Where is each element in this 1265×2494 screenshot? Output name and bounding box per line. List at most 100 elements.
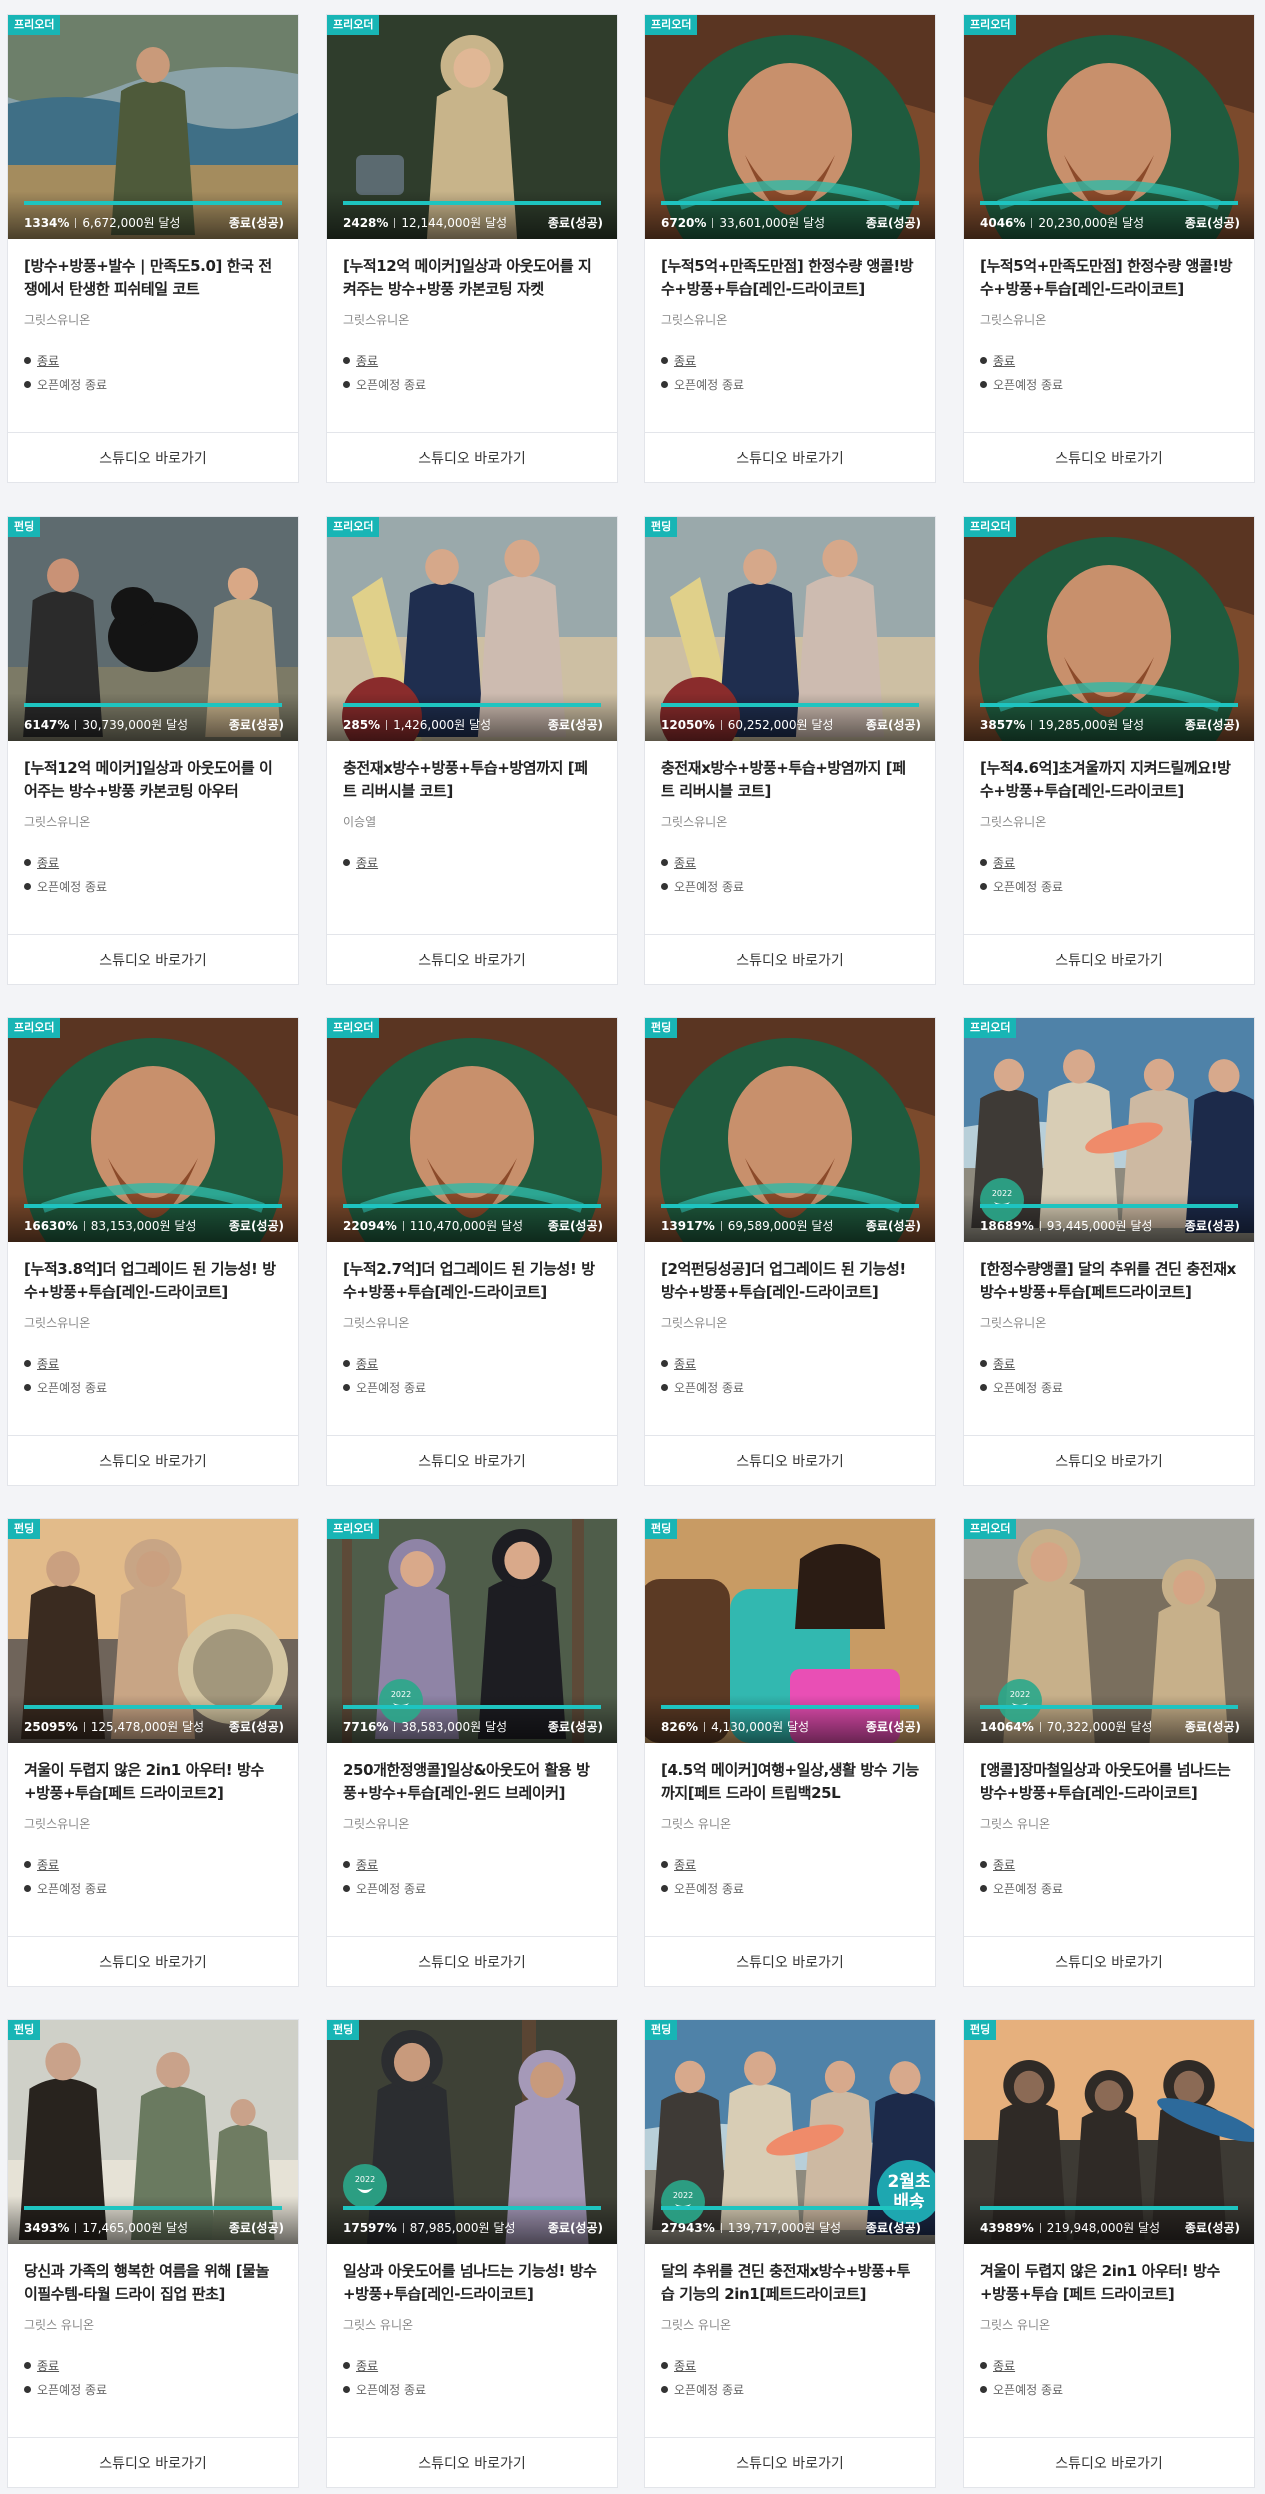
meta-end-label[interactable]: 종료 <box>356 352 378 369</box>
maker-name[interactable]: 그릿스 유니온 <box>343 2316 601 2333</box>
project-card[interactable]: 펀딩 25095% 125,478,000원 달성 종료(성공) 겨울이 두렵지… <box>7 1518 299 1987</box>
studio-link-button[interactable]: 스튜디오 바로가기 <box>327 934 617 984</box>
project-title[interactable]: [4.5억 메이커]여행+일상,생활 방수 기능까지[페트 드라이 트립백25L <box>661 1759 919 1805</box>
project-card[interactable]: 펀딩 13917% 69,589,000원 달성 종료(성공) [2억펀딩성공]… <box>644 1017 936 1486</box>
project-thumbnail[interactable]: 프리오더 285% 1,426,000원 달성 종료(성공) <box>327 517 617 741</box>
maker-name[interactable]: 그릿스 유니온 <box>980 2316 1238 2333</box>
maker-name[interactable]: 이승열 <box>343 813 601 830</box>
studio-link-button[interactable]: 스튜디오 바로가기 <box>645 2437 935 2487</box>
maker-name[interactable]: 그릿스유니온 <box>980 1314 1238 1331</box>
project-thumbnail[interactable]: 펀딩 12050% 60,252,000원 달성 종료(성공) <box>645 517 935 741</box>
project-title[interactable]: 겨울이 두렵지 않은 2in1 아우터! 방수+방풍+투습[페트 드라이코트2] <box>24 1759 282 1805</box>
project-title[interactable]: [한정수량앵콜] 달의 추위를 견딘 충전재x방수+방풍+투습[페트드라이코트] <box>980 1258 1238 1304</box>
meta-end-label[interactable]: 종료 <box>356 854 378 871</box>
project-title[interactable]: [누적5억+만족도만점] 한정수량 앵콜!방수+방풍+투습[레인-드라이코트] <box>661 255 919 301</box>
project-card[interactable]: 프리오더 2428% 12,144,000원 달성 종료(성공) [누적12억 … <box>326 14 618 483</box>
studio-link-button[interactable]: 스튜디오 바로가기 <box>964 2437 1254 2487</box>
studio-link-button[interactable]: 스튜디오 바로가기 <box>8 934 298 984</box>
project-card[interactable]: 펀딩 2022 17597% 87,985,000원 달성 종료(성공) 일상과… <box>326 2019 618 2488</box>
project-card[interactable]: 프리오더 1334% 6,672,000원 달성 종료(성공) [방수+방풍+발… <box>7 14 299 483</box>
meta-end-label[interactable]: 종료 <box>356 1355 378 1372</box>
maker-name[interactable]: 그릿스유니온 <box>24 1815 282 1832</box>
project-thumbnail[interactable]: 프리오더 22094% 110,470,000원 달성 종료(성공) <box>327 1018 617 1242</box>
meta-end-label[interactable]: 종료 <box>356 1856 378 1873</box>
meta-end-label[interactable]: 종료 <box>993 1856 1015 1873</box>
studio-link-button[interactable]: 스튜디오 바로가기 <box>327 2437 617 2487</box>
meta-end-label[interactable]: 종료 <box>674 854 696 871</box>
project-title[interactable]: [누적2.7억]더 업그레이드 된 기능성! 방수+방풍+투습[레인-드라이코트… <box>343 1258 601 1304</box>
studio-link-button[interactable]: 스튜디오 바로가기 <box>645 1435 935 1485</box>
maker-name[interactable]: 그릿스 유니온 <box>661 2316 919 2333</box>
studio-link-button[interactable]: 스튜디오 바로가기 <box>327 432 617 482</box>
meta-end-label[interactable]: 종료 <box>993 352 1015 369</box>
meta-end-label[interactable]: 종료 <box>356 2357 378 2374</box>
studio-link-button[interactable]: 스튜디오 바로가기 <box>327 1435 617 1485</box>
project-title[interactable]: 일상과 아웃도어를 넘나드는 기능성! 방수+방풍+투습[레인-드라이코트] <box>343 2260 601 2306</box>
project-card[interactable]: 펀딩 826% 4,130,000원 달성 종료(성공) [4.5억 메이커]여… <box>644 1518 936 1987</box>
project-thumbnail[interactable]: 펀딩 6147% 30,739,000원 달성 종료(성공) <box>8 517 298 741</box>
maker-name[interactable]: 그릿스유니온 <box>24 813 282 830</box>
project-card[interactable]: 프리오더 22094% 110,470,000원 달성 종료(성공) [누적2.… <box>326 1017 618 1486</box>
project-title[interactable]: [누적3.8억]더 업그레이드 된 기능성! 방수+방풍+투습[레인-드라이코트… <box>24 1258 282 1304</box>
studio-link-button[interactable]: 스튜디오 바로가기 <box>645 1936 935 1986</box>
project-card[interactable]: 프리오더 2022 18689% 93,445,000원 달성 종료(성공) [… <box>963 1017 1255 1486</box>
project-thumbnail[interactable]: 프리오더 2428% 12,144,000원 달성 종료(성공) <box>327 15 617 239</box>
maker-name[interactable]: 그릿스유니온 <box>24 311 282 328</box>
project-thumbnail[interactable]: 펀딩 25095% 125,478,000원 달성 종료(성공) <box>8 1519 298 1743</box>
studio-link-button[interactable]: 스튜디오 바로가기 <box>8 1936 298 1986</box>
project-title[interactable]: 달의 추위를 견딘 충전재x방수+방풍+투습 기능의 2in1[페트드라이코트] <box>661 2260 919 2306</box>
project-thumbnail[interactable]: 펀딩 2022 17597% 87,985,000원 달성 종료(성공) <box>327 2020 617 2244</box>
maker-name[interactable]: 그릿스 유니온 <box>980 1815 1238 1832</box>
project-title[interactable]: [2억펀딩성공]더 업그레이드 된 기능성!방수+방풍+투습[레인-드라이코트] <box>661 1258 919 1304</box>
meta-end-label[interactable]: 종료 <box>37 854 59 871</box>
maker-name[interactable]: 그릿스유니온 <box>980 813 1238 830</box>
project-title[interactable]: [누적12억 메이커]일상과 아웃도어를 이어주는 방수+방풍 카본코팅 아우터 <box>24 757 282 803</box>
studio-link-button[interactable]: 스튜디오 바로가기 <box>645 934 935 984</box>
maker-name[interactable]: 그릿스유니온 <box>24 1314 282 1331</box>
project-title[interactable]: [누적12억 메이커]일상과 아웃도어를 지켜주는 방수+방풍 카본코팅 자켓 <box>343 255 601 301</box>
maker-name[interactable]: 그릿스 유니온 <box>661 1815 919 1832</box>
project-thumbnail[interactable]: 프리오더 2022 7716% 38,583,000원 달성 종료(성공) <box>327 1519 617 1743</box>
project-card[interactable]: 프리오더 2022 14064% 70,322,000원 달성 종료(성공) [… <box>963 1518 1255 1987</box>
studio-link-button[interactable]: 스튜디오 바로가기 <box>964 1936 1254 1986</box>
project-thumbnail[interactable]: 프리오더 4046% 20,230,000원 달성 종료(성공) <box>964 15 1254 239</box>
project-card[interactable]: 프리오더 285% 1,426,000원 달성 종료(성공) 충전재x방수+방풍… <box>326 516 618 985</box>
project-title[interactable]: 당신과 가족의 행복한 여름을 위해 [물놀이필수템-타월 드라이 집업 판초] <box>24 2260 282 2306</box>
maker-name[interactable]: 그릿스 유니온 <box>24 2316 282 2333</box>
project-thumbnail[interactable]: 펀딩 43989% 219,948,000원 달성 종료(성공) <box>964 2020 1254 2244</box>
project-title[interactable]: 충전재x방수+방풍+투습+방염까지 [페트 리버시블 코트] <box>661 757 919 803</box>
project-title[interactable]: 250개한정앵콜]일상&아웃도어 활용 방풍+방수+투습[레인-윈드 브레이커] <box>343 1759 601 1805</box>
project-thumbnail[interactable]: 펀딩 3493% 17,465,000원 달성 종료(성공) <box>8 2020 298 2244</box>
meta-end-label[interactable]: 종료 <box>674 352 696 369</box>
meta-end-label[interactable]: 종료 <box>674 1856 696 1873</box>
project-card[interactable]: 프리오더 4046% 20,230,000원 달성 종료(성공) [누적5억+만… <box>963 14 1255 483</box>
studio-link-button[interactable]: 스튜디오 바로가기 <box>8 2437 298 2487</box>
project-title[interactable]: [앵콜]장마철일상과 아웃도어를 넘나드는 방수+방풍+투습[레인-드라이코트] <box>980 1759 1238 1805</box>
studio-link-button[interactable]: 스튜디오 바로가기 <box>8 1435 298 1485</box>
studio-link-button[interactable]: 스튜디오 바로가기 <box>327 1936 617 1986</box>
meta-end-label[interactable]: 종료 <box>37 1355 59 1372</box>
meta-end-label[interactable]: 종료 <box>37 1856 59 1873</box>
project-thumbnail[interactable]: 펀딩 2022 2월초 배송 27943% 139,717,000원 달성 종료… <box>645 2020 935 2244</box>
project-card[interactable]: 펀딩 43989% 219,948,000원 달성 종료(성공) 겨울이 두렵지… <box>963 2019 1255 2488</box>
maker-name[interactable]: 그릿스유니온 <box>343 311 601 328</box>
project-thumbnail[interactable]: 프리오더 6720% 33,601,000원 달성 종료(성공) <box>645 15 935 239</box>
project-card[interactable]: 프리오더 3857% 19,285,000원 달성 종료(성공) [누적4.6억… <box>963 516 1255 985</box>
studio-link-button[interactable]: 스튜디오 바로가기 <box>964 1435 1254 1485</box>
meta-end-label[interactable]: 종료 <box>37 352 59 369</box>
project-card[interactable]: 펀딩 3493% 17,465,000원 달성 종료(성공) 당신과 가족의 행… <box>7 2019 299 2488</box>
studio-link-button[interactable]: 스튜디오 바로가기 <box>964 432 1254 482</box>
project-title[interactable]: [누적5억+만족도만점] 한정수량 앵콜!방수+방풍+투습[레인-드라이코트] <box>980 255 1238 301</box>
meta-end-label[interactable]: 종료 <box>993 2357 1015 2374</box>
project-thumbnail[interactable]: 프리오더 2022 14064% 70,322,000원 달성 종료(성공) <box>964 1519 1254 1743</box>
maker-name[interactable]: 그릿스유니온 <box>661 1314 919 1331</box>
project-thumbnail[interactable]: 프리오더 16630% 83,153,000원 달성 종료(성공) <box>8 1018 298 1242</box>
project-thumbnail[interactable]: 펀딩 826% 4,130,000원 달성 종료(성공) <box>645 1519 935 1743</box>
meta-end-label[interactable]: 종료 <box>674 1355 696 1372</box>
project-thumbnail[interactable]: 프리오더 3857% 19,285,000원 달성 종료(성공) <box>964 517 1254 741</box>
maker-name[interactable]: 그릿스유니온 <box>343 1314 601 1331</box>
meta-end-label[interactable]: 종료 <box>993 1355 1015 1372</box>
project-title[interactable]: 충전재x방수+방풍+투습+방염까지 [페트 리버시블 코트] <box>343 757 601 803</box>
project-card[interactable]: 펀딩 2022 2월초 배송 27943% 139,717,000원 달성 종료… <box>644 2019 936 2488</box>
project-card[interactable]: 프리오더 6720% 33,601,000원 달성 종료(성공) [누적5억+만… <box>644 14 936 483</box>
